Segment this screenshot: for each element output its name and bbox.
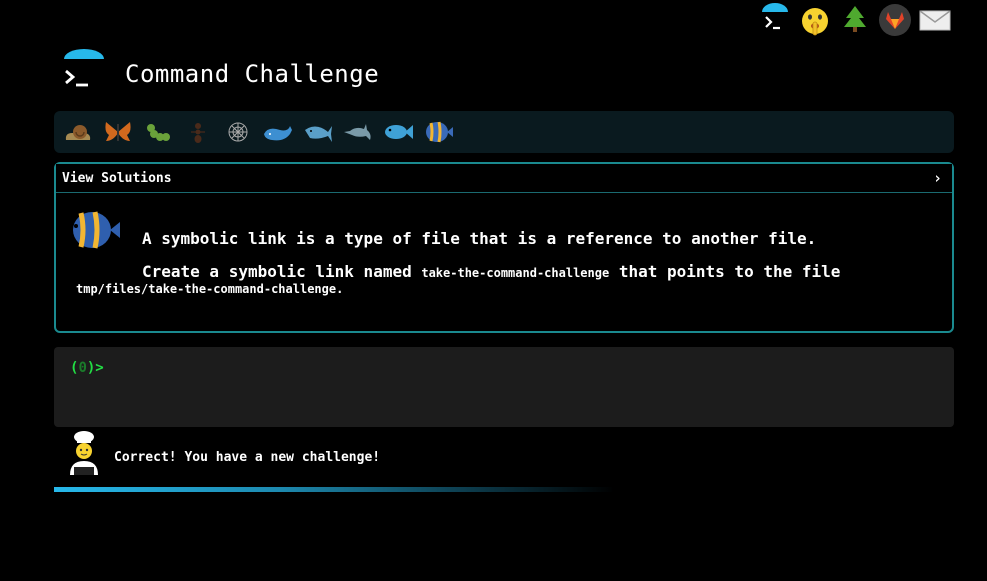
shush-emoji-icon[interactable] xyxy=(797,2,833,38)
spider-web-icon[interactable] xyxy=(220,114,256,150)
mail-icon[interactable] xyxy=(917,2,953,38)
butterfly-icon[interactable] xyxy=(100,114,136,150)
gitlab-icon[interactable] xyxy=(877,2,913,38)
view-solutions-label: View Solutions xyxy=(62,170,172,186)
level-strip xyxy=(54,111,954,153)
tropical-fish-icon[interactable] xyxy=(420,114,456,150)
challenge-description: A symbolic link is a type of file that i… xyxy=(142,229,817,248)
instruction-text-cont: that points to the file xyxy=(609,262,841,281)
caterpillar-icon[interactable] xyxy=(140,114,176,150)
dolphin-icon[interactable] xyxy=(340,114,376,150)
challenge-instruction: Create a symbolic link named take-the-co… xyxy=(142,262,840,281)
chef-icon xyxy=(66,429,102,481)
link-name-code: take-the-command-challenge xyxy=(421,266,610,280)
command-input[interactable] xyxy=(112,359,897,377)
top-nav xyxy=(757,2,953,38)
tropical-fish-icon xyxy=(66,206,122,258)
app-logo-icon[interactable] xyxy=(62,49,106,97)
ant-icon[interactable] xyxy=(180,114,216,150)
whale-icon[interactable] xyxy=(260,114,296,150)
fish-icon[interactable] xyxy=(380,114,416,150)
view-solutions-toggle[interactable]: View Solutions › xyxy=(56,164,952,193)
prompt-close: )> xyxy=(86,360,104,376)
snail-icon[interactable] xyxy=(60,114,96,150)
target-path-code: tmp/files/take-the-command-challenge. xyxy=(76,282,344,296)
chevron-right-icon: › xyxy=(932,169,942,187)
terminal-logo-icon[interactable] xyxy=(757,2,793,38)
challenge-panel: View Solutions › A symbolic link is a ty… xyxy=(54,162,954,333)
page-title: Command Challenge xyxy=(125,60,380,88)
shark-icon[interactable] xyxy=(300,114,336,150)
evergreen-tree-icon[interactable] xyxy=(837,2,873,38)
progress-bar xyxy=(54,487,614,492)
terminal-panel[interactable]: (0)> xyxy=(54,347,954,427)
feedback-message: Correct! You have a new challenge! xyxy=(114,450,381,465)
instruction-text: Create a symbolic link named xyxy=(142,262,422,281)
prompt-count: 0 xyxy=(78,360,87,376)
